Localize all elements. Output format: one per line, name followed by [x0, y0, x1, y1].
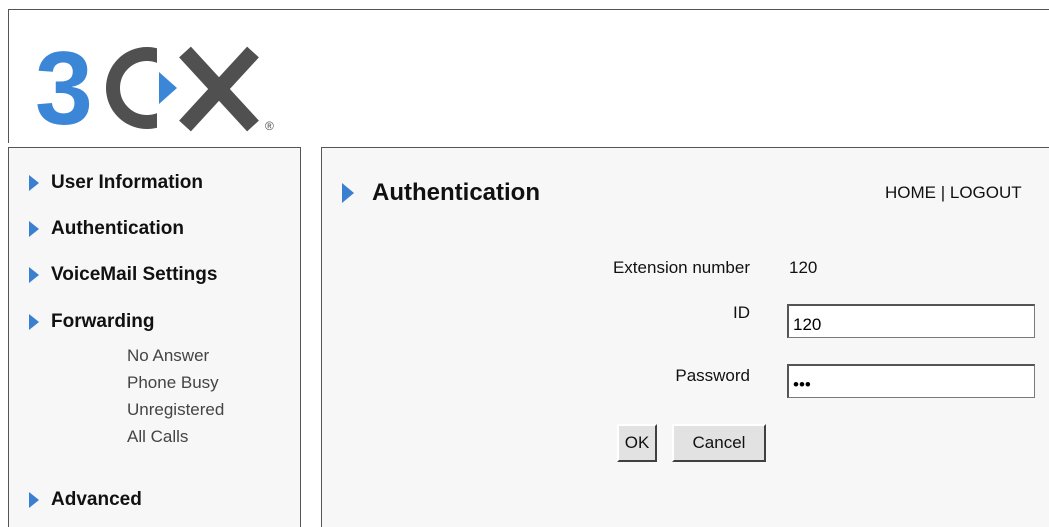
sidebar-item-advanced[interactable]: Advanced [29, 489, 142, 511]
arrow-right-icon [29, 175, 39, 191]
registered-mark: ® [265, 119, 274, 133]
sidebar-item-label: Authentication [51, 218, 184, 239]
sidebar-subitem-no-answer[interactable]: No Answer [127, 346, 209, 366]
sidebar-item-forwarding[interactable]: Forwarding [29, 311, 154, 333]
sidebar-nav: User Information Authentication VoiceMai… [8, 147, 301, 527]
arrow-right-icon [342, 183, 354, 203]
sidebar-item-user-information[interactable]: User Information [29, 172, 203, 194]
arrow-right-icon [29, 492, 39, 508]
sidebar-subitem-phone-busy[interactable]: Phone Busy [127, 373, 219, 393]
arrow-right-icon [29, 267, 39, 283]
sidebar-item-label: User Information [51, 172, 204, 193]
page-title-text: Authentication [372, 179, 540, 206]
password-input[interactable] [787, 364, 1035, 398]
sidebar-subitem-all-calls[interactable]: All Calls [127, 427, 188, 447]
sidebar-item-authentication[interactable]: Authentication [29, 218, 184, 240]
cancel-button[interactable]: Cancel [672, 424, 766, 462]
page-title: Authentication [342, 179, 540, 207]
sidebar-subitem-unregistered[interactable]: Unregistered [127, 400, 224, 420]
top-links: HOME | LOGOUT [885, 183, 1022, 203]
sidebar-item-label: VoiceMail Settings [51, 264, 218, 285]
logout-link[interactable]: LOGOUT [950, 183, 1022, 202]
link-separator: | [936, 183, 950, 202]
sidebar-item-label: Forwarding [51, 311, 155, 332]
arrow-right-icon [29, 221, 39, 237]
svg-text:3: 3 [35, 40, 93, 136]
id-label: ID [733, 303, 750, 322]
sidebar-item-label: Advanced [51, 489, 142, 510]
sidebar-item-voicemail-settings[interactable]: VoiceMail Settings [29, 264, 217, 286]
extension-number-label: Extension number [612, 258, 750, 277]
home-link[interactable]: HOME [885, 183, 936, 202]
ok-button[interactable]: OK [617, 424, 657, 462]
arrow-right-icon [29, 314, 39, 330]
3cx-logo: 3 ® [35, 40, 274, 136]
header: 3 ® [8, 9, 1049, 143]
id-input[interactable] [787, 304, 1035, 338]
password-label: Password [675, 366, 750, 385]
main-panel: Authentication HOME | LOGOUT Extension n… [321, 147, 1049, 527]
extension-number-value: 120 [789, 258, 818, 277]
